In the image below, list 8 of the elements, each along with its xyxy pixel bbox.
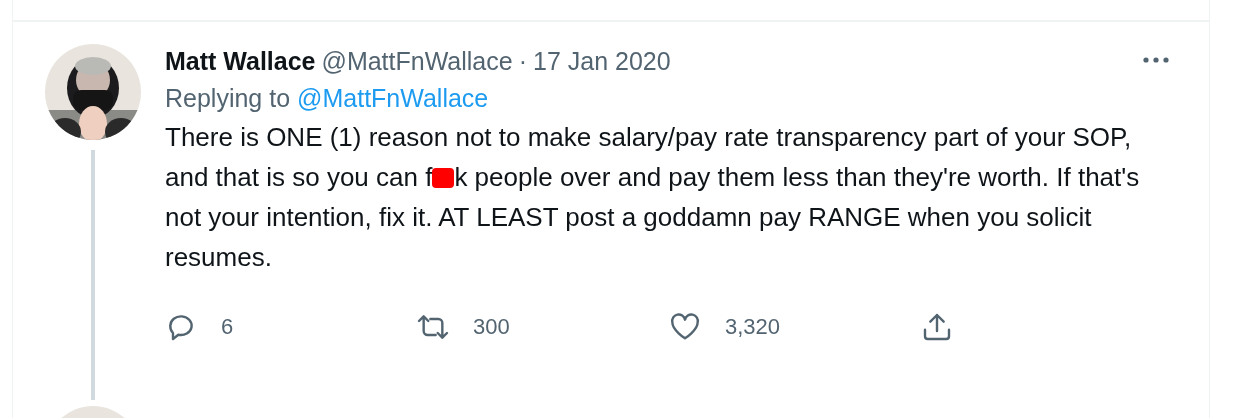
like-count: 3,320 (725, 314, 781, 340)
reply-count: 6 (221, 314, 234, 340)
author-name[interactable]: Matt Wallace (165, 46, 316, 76)
author-handle[interactable]: @MattFnWallace (321, 46, 513, 76)
tweet-date[interactable]: 17 Jan 2020 (533, 46, 671, 76)
replying-label: Replying to (165, 84, 291, 113)
separator: · (518, 46, 527, 76)
retweet-count: 300 (473, 314, 510, 340)
